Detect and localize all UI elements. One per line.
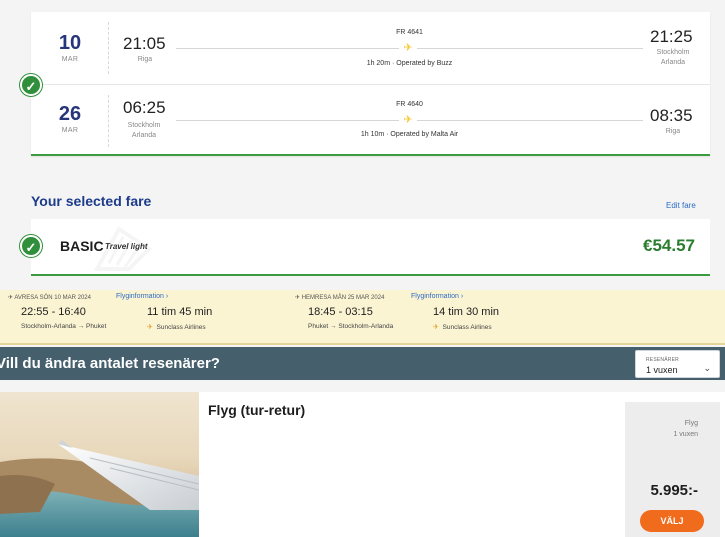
check-icon: ✓ <box>20 74 42 96</box>
flight-month: MAR <box>61 127 79 134</box>
flight-result: Flyg (tur-retur) Flyg 1 vuxen 5.995:- VÄ… <box>0 392 725 537</box>
itinerary-strip: ✈ AVRESA SÖN 10 MAR 2024 Flyginformation… <box>0 290 725 345</box>
airline-icon: ✈ <box>433 324 439 331</box>
airplane-wing-image <box>0 392 199 537</box>
departure-city: Stockholm Arlanda <box>127 122 161 139</box>
divider <box>108 22 109 74</box>
travellers-bar: Vill du ändra antalet resenärer? RESENÄR… <box>0 347 725 380</box>
edit-fare-link[interactable]: Edit fare <box>666 201 696 210</box>
fare-card: BASIC Travel light €54.57 <box>31 219 710 276</box>
fare-price: €54.57 <box>643 236 695 255</box>
arrival-time: 08:35 <box>650 106 693 125</box>
return-duration: 14 tim 30 min <box>433 306 500 318</box>
price-type: Flyg <box>684 420 698 427</box>
flight-card: 10 MAR 21:05 Riga FR 4641 ✈ 1h 20m · Ope… <box>31 12 710 156</box>
result-price: 5.995:- <box>650 482 698 499</box>
airline-icon: ✈ <box>147 324 153 331</box>
chevron-right-icon: › <box>165 293 169 300</box>
plane-departure-icon: ✈ <box>8 295 14 301</box>
fare-name: BASIC <box>60 238 104 254</box>
return-label: ✈ HEMRESA MÅN 25 MAR 2024 <box>295 295 385 301</box>
return-times: 18:45 - 03:15 <box>308 306 373 318</box>
fare-tagline: Travel light <box>105 242 148 251</box>
price-travellers: 1 vuxen <box>673 431 698 438</box>
flight-duration: 1h 10m · Operated by Malta Air <box>360 131 459 138</box>
flight-leg-return: 26 MAR 06:25 Stockholm Arlanda FR 4640 ✈… <box>31 84 710 156</box>
flight-day: 10 <box>58 32 82 54</box>
plane-icon: ✈ <box>399 43 417 54</box>
result-title: Flyg (tur-retur) <box>208 402 306 418</box>
chevron-right-icon: › <box>460 293 464 300</box>
travellers-question: Vill du ändra antalet resenärer? <box>0 355 220 372</box>
travellers-select[interactable]: RESENÄRER 1 vuxen ⌄ <box>635 350 720 378</box>
departure-time: 06:25 <box>123 98 166 117</box>
departure-city: Riga <box>137 56 153 63</box>
price-box: Flyg 1 vuxen 5.995:- VÄLJ <box>625 402 720 537</box>
outbound-times: 22:55 - 16:40 <box>21 306 86 318</box>
arrival-city: Riga <box>665 128 681 135</box>
fare-heading: Your selected fare <box>31 193 152 209</box>
departure-time: 21:05 <box>123 34 166 53</box>
outbound-duration: 11 tim 45 min <box>147 306 213 318</box>
flight-info-link[interactable]: Flyginformation › <box>116 293 168 300</box>
return-route: Phuket → Stockholm-Arlanda <box>308 323 394 330</box>
plane-arrival-icon: ✈ <box>295 295 301 301</box>
travellers-select-value: 1 vuxen <box>646 365 678 375</box>
flight-month: MAR <box>61 56 79 63</box>
select-button[interactable]: VÄLJ <box>640 510 704 532</box>
outbound-label: ✈ AVRESA SÖN 10 MAR 2024 <box>8 295 91 301</box>
arrival-city: Stockholm Arlanda <box>656 49 690 66</box>
flight-info-link[interactable]: Flyginformation › <box>411 293 463 300</box>
flight-leg-outbound: 10 MAR 21:05 Riga FR 4641 ✈ 1h 20m · Ope… <box>31 12 710 84</box>
plane-icon: ✈ <box>399 115 417 126</box>
travellers-select-label: RESENÄRER <box>646 357 679 363</box>
chevron-down-icon: ⌄ <box>703 363 711 373</box>
outbound-airline: ✈ Sunclass Airlines <box>147 324 206 331</box>
flight-number: FR 4640 <box>396 101 423 108</box>
check-icon: ✓ <box>20 235 42 257</box>
flight-duration: 1h 20m · Operated by Buzz <box>366 60 453 67</box>
return-airline: ✈ Sunclass Airlines <box>433 324 492 331</box>
flight-number: FR 4641 <box>396 29 423 36</box>
divider <box>108 95 109 147</box>
arrival-time: 21:25 <box>650 27 693 46</box>
outbound-route: Stockholm-Arlanda → Phuket <box>21 323 107 330</box>
flight-day: 26 <box>58 103 82 125</box>
